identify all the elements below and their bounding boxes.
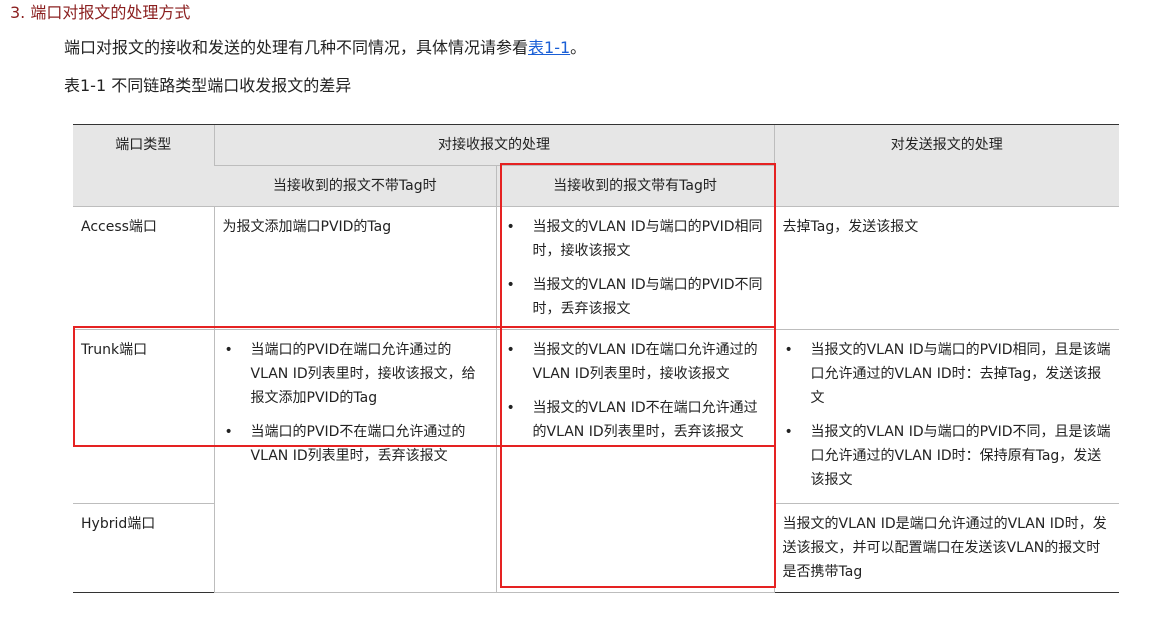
- list-item: 当报文的VLAN ID与端口的PVID相同，且是该端口允许通过的VLAN ID时…: [783, 338, 1112, 410]
- intro-text: 端口对报文的接收和发送的处理有几种不同情况，具体情况请参看: [64, 38, 529, 57]
- document-page: 3. 端口对报文的处理方式 端口对报文的接收和发送的处理有几种不同情况，具体情况…: [0, 0, 1152, 623]
- header-receive-untagged: 当接收到的报文不带Tag时: [214, 165, 496, 207]
- header-row: 端口类型 对接收报文的处理 对发送报文的处理: [73, 124, 1119, 207]
- cell-access-send: 去掉Tag，发送该报文: [773, 206, 1119, 330]
- bullet-list: 当报文的VLAN ID与端口的PVID相同，且是该端口允许通过的VLAN ID时…: [783, 338, 1112, 492]
- intro-paragraph: 端口对报文的接收和发送的处理有几种不同情况，具体情况请参看表1-1。: [64, 36, 586, 60]
- list-item: 当端口的PVID在端口允许通过的VLAN ID列表里时，接收该报文，给报文添加P…: [223, 338, 488, 410]
- cell-hybrid-send: 当报文的VLAN ID是端口允许通过的VLAN ID时，发送该报文，并可以配置端…: [773, 503, 1119, 593]
- cell-port-hybrid: Hybrid端口: [73, 503, 214, 593]
- cell-port-access: Access端口: [73, 206, 214, 330]
- table-row-access: Access端口 为报文添加端口PVID的Tag 当报文的VLAN ID与端口的…: [73, 206, 1119, 330]
- section-heading: 3. 端口对报文的处理方式: [10, 3, 191, 22]
- list-item: 当报文的VLAN ID在端口允许通过的VLAN ID列表里时，接收该报文: [505, 338, 766, 386]
- bullet-list: 当报文的VLAN ID与端口的PVID相同时，接收该报文 当报文的VLAN ID…: [505, 215, 766, 321]
- cell-trunk-untagged: 当端口的PVID在端口允许通过的VLAN ID列表里时，接收该报文，给报文添加P…: [213, 329, 496, 593]
- header-send: 对发送报文的处理: [773, 124, 1119, 207]
- list-item: 当报文的VLAN ID与端口的PVID不同时，丢弃该报文: [505, 273, 766, 321]
- cell-access-tagged: 当报文的VLAN ID与端口的PVID相同时，接收该报文 当报文的VLAN ID…: [495, 206, 774, 330]
- cell-access-untagged: 为报文添加端口PVID的Tag: [213, 206, 496, 330]
- list-item: 当报文的VLAN ID与端口的PVID不同，且是该端口允许通过的VLAN ID时…: [783, 420, 1112, 492]
- list-item: 当端口的PVID不在端口允许通过的VLAN ID列表里时，丢弃该报文: [223, 420, 488, 468]
- bullet-list: 当端口的PVID在端口允许通过的VLAN ID列表里时，接收该报文，给报文添加P…: [223, 338, 488, 468]
- port-handling-table: 端口类型 对接收报文的处理 对发送报文的处理 当接收到的报文不带Tag时 当接收…: [73, 124, 1119, 593]
- cell-trunk-tagged: 当报文的VLAN ID在端口允许通过的VLAN ID列表里时，接收该报文 当报文…: [495, 329, 774, 593]
- list-item: 当报文的VLAN ID不在端口允许通过的VLAN ID列表里时，丢弃该报文: [505, 396, 766, 444]
- bullet-list: 当报文的VLAN ID在端口允许通过的VLAN ID列表里时，接收该报文 当报文…: [505, 338, 766, 444]
- list-item: 当报文的VLAN ID与端口的PVID相同时，接收该报文: [505, 215, 766, 263]
- cell-port-trunk: Trunk端口: [73, 329, 214, 504]
- header-receive: 对接收报文的处理: [213, 124, 774, 166]
- table-caption: 表1-1 不同链路类型端口收发报文的差异: [64, 76, 352, 95]
- header-port-type: 端口类型: [73, 124, 214, 207]
- cell-trunk-send: 当报文的VLAN ID与端口的PVID相同，且是该端口允许通过的VLAN ID时…: [773, 329, 1119, 504]
- intro-text-end: 。: [570, 38, 587, 57]
- header-receive-tagged: 当接收到的报文带有Tag时: [495, 165, 774, 207]
- table-row-trunk: Trunk端口 当端口的PVID在端口允许通过的VLAN ID列表里时，接收该报…: [73, 329, 1119, 593]
- table-reference-link[interactable]: 表1-1: [528, 38, 570, 57]
